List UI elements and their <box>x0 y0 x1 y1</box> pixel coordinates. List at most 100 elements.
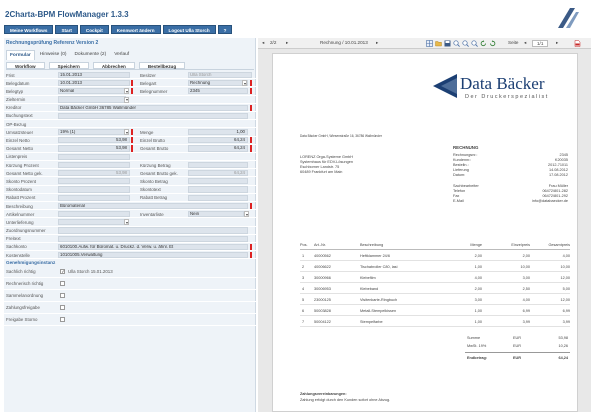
menu-start[interactable]: Start <box>55 25 78 34</box>
rotate-left-icon[interactable] <box>480 39 487 47</box>
belegtyp-dropdown-icon[interactable] <box>124 88 129 95</box>
menu-help[interactable]: ? <box>217 25 233 34</box>
first-page-icon[interactable]: ◂ <box>524 40 526 46</box>
row-gesamtnettogek: Gesamt Netto gek. 53,98 Gesamt Brutto ge… <box>4 169 256 178</box>
belegart-dropdown-icon[interactable] <box>242 80 247 87</box>
required-marker <box>250 202 252 209</box>
workflow-button[interactable]: Workflow <box>6 62 45 69</box>
belegdatum-field[interactable]: 10.01.2013 <box>58 79 130 87</box>
col-unit-price: Einzelpreis <box>511 243 530 247</box>
tab-hinweise[interactable]: Hinweise (0) <box>37 50 70 60</box>
recipient-line: LORENZ Orga-Systeme GmbH <box>300 155 353 159</box>
frist-field[interactable]: 15.01.2013 <box>58 71 130 78</box>
listenpreis-field[interactable] <box>58 153 130 160</box>
tab-verlauf[interactable]: Verlauf <box>111 50 132 60</box>
belegart-select[interactable]: Rechnung <box>188 79 248 87</box>
zahlungsfreigabe-checkbox[interactable] <box>60 305 65 310</box>
menu-my-workflows[interactable]: Meine Workflows <box>4 25 54 34</box>
einzelbrutto-field[interactable]: 64,24 <box>188 137 248 144</box>
required-marker <box>131 88 133 95</box>
tab-dokumente[interactable]: Dokumente (2) <box>71 50 109 60</box>
zoom-out-icon[interactable] <box>462 39 469 47</box>
kuerzungbetrag-field[interactable] <box>188 161 248 169</box>
sammelanordnung-checkbox[interactable] <box>60 293 65 298</box>
buchungstext-field[interactable] <box>58 112 248 119</box>
gesamtnetto-field[interactable]: 53,98 <box>58 145 130 152</box>
zuordnungsnummer-field[interactable] <box>58 227 248 234</box>
sachkonto-label: Sachkonto <box>6 244 27 250</box>
skontoprozent-field[interactable] <box>58 178 130 185</box>
row-belegdatum: Belegdatum 10.01.2013 Belegart Rechnung <box>4 79 256 88</box>
gesamtbrutto-field[interactable]: 64,24 <box>188 145 248 152</box>
unterlieferung-select[interactable] <box>58 219 126 226</box>
inventarliste-dropdown-icon[interactable] <box>244 211 249 218</box>
unterlieferung-dropdown-icon[interactable] <box>124 219 129 226</box>
kostenstelle-field[interactable]: 10101005.Verwaltung <box>58 251 248 259</box>
row-buchungstext: Buchungstext <box>4 112 256 121</box>
cell: 12,00 <box>560 298 570 302</box>
sachkonto-field[interactable]: 6010100.Aufw. für Büromat. u. Druckz. d.… <box>58 243 248 250</box>
skontodatum-field[interactable] <box>58 186 130 193</box>
kuerzungprozent-label: Kürzung Prozent <box>6 162 39 168</box>
freigabe-storno-checkbox[interactable] <box>60 317 65 322</box>
belegnummer-field[interactable]: 2345 <box>188 88 248 95</box>
menu-change-password[interactable]: Kennwort ändern <box>110 25 161 34</box>
rotate-right-icon[interactable] <box>489 39 496 47</box>
items-table-header: Pos. Art.-Nr. Beschreibung Menge Einzelp… <box>300 242 570 250</box>
next-page-icon[interactable]: ▸ <box>286 40 288 46</box>
grid-icon[interactable] <box>426 39 433 47</box>
menu-cockpit[interactable]: Cockpit <box>79 25 109 34</box>
freitext-label: Freitext <box>6 236 21 242</box>
cell: 6 <box>302 309 305 313</box>
col-artnr: Art.-Nr. <box>314 243 327 247</box>
zoom-in-icon[interactable] <box>453 39 460 47</box>
rechnerisch-richtig-checkbox[interactable] <box>60 281 65 286</box>
save-disk-icon[interactable] <box>444 40 451 47</box>
inventarliste-select[interactable]: Nein <box>188 210 244 218</box>
check-label: Freigabe Storno <box>6 317 38 323</box>
tab-formular[interactable]: Formular <box>6 50 35 60</box>
form-tabs: Formular Hinweise (0) Dokumente (2) Verl… <box>6 50 132 60</box>
umsatzsteuer-dropdown-icon[interactable] <box>124 129 129 136</box>
last-page-icon[interactable]: ▸ <box>556 40 558 46</box>
page-input[interactable]: 1/1 <box>532 40 549 47</box>
kostenstelle-label: Kostenstelle <box>6 252 30 258</box>
artikelnummer-field[interactable] <box>58 210 130 218</box>
zieltermin-select[interactable] <box>58 96 126 103</box>
total-label: Endbetrag: <box>467 356 488 360</box>
pdf-icon[interactable] <box>574 39 581 47</box>
cancel-button[interactable]: Abbrechen <box>92 62 135 69</box>
rabattbetrag-field[interactable] <box>188 194 248 201</box>
freitext-field[interactable] <box>58 235 248 242</box>
document-title: RECHNUNG <box>453 145 479 150</box>
zoom-fit-icon[interactable] <box>471 39 478 47</box>
menge-field[interactable]: 1,00 <box>188 129 248 136</box>
meta-value: K20035 <box>554 158 568 162</box>
kreditor-field[interactable]: Data Bäcker GmbH 36785 Wallmünder <box>58 104 248 111</box>
sachlich-richtig-checkbox[interactable] <box>60 269 65 274</box>
belegtyp-select[interactable]: Normal <box>58 88 126 95</box>
skontodatum-label: Skontodatum <box>6 187 32 193</box>
beschreibung-field[interactable]: Büromaterial <box>58 202 248 209</box>
folder-icon[interactable] <box>435 40 442 47</box>
menu-logout[interactable]: Logout Ulla Storch <box>162 25 216 34</box>
kuerzungprozent-field[interactable] <box>58 161 130 169</box>
skontobetrag-field[interactable] <box>188 178 248 185</box>
required-marker <box>131 145 133 152</box>
next-document-icon[interactable]: ▸ <box>376 40 378 46</box>
col-description: Beschreibung <box>360 243 384 247</box>
rabattbetrag-label: Rabatt Betrag <box>140 195 168 201</box>
skontotext-field[interactable] <box>188 186 248 193</box>
gesamtbruttogek-field: 64,24 <box>188 170 248 177</box>
einzelnetto-field[interactable]: 53,98 <box>58 137 130 144</box>
total-currency: EUR <box>513 356 522 360</box>
order-reference-button[interactable]: Bestellbezug <box>138 62 186 69</box>
kreditor-label: Kreditor <box>6 105 22 111</box>
prev-page-icon[interactable]: ◂ <box>262 40 264 46</box>
umsatzsteuer-select[interactable]: 19% (1) <box>58 129 126 136</box>
save-button[interactable]: Speichern <box>48 62 89 69</box>
rabattprozent-field[interactable] <box>58 194 130 201</box>
zieltermin-dropdown-icon[interactable] <box>124 96 129 103</box>
gesamtbruttogek-label: Gesamt Brutto gek. <box>140 170 178 176</box>
cell: 40006622 <box>314 265 331 269</box>
